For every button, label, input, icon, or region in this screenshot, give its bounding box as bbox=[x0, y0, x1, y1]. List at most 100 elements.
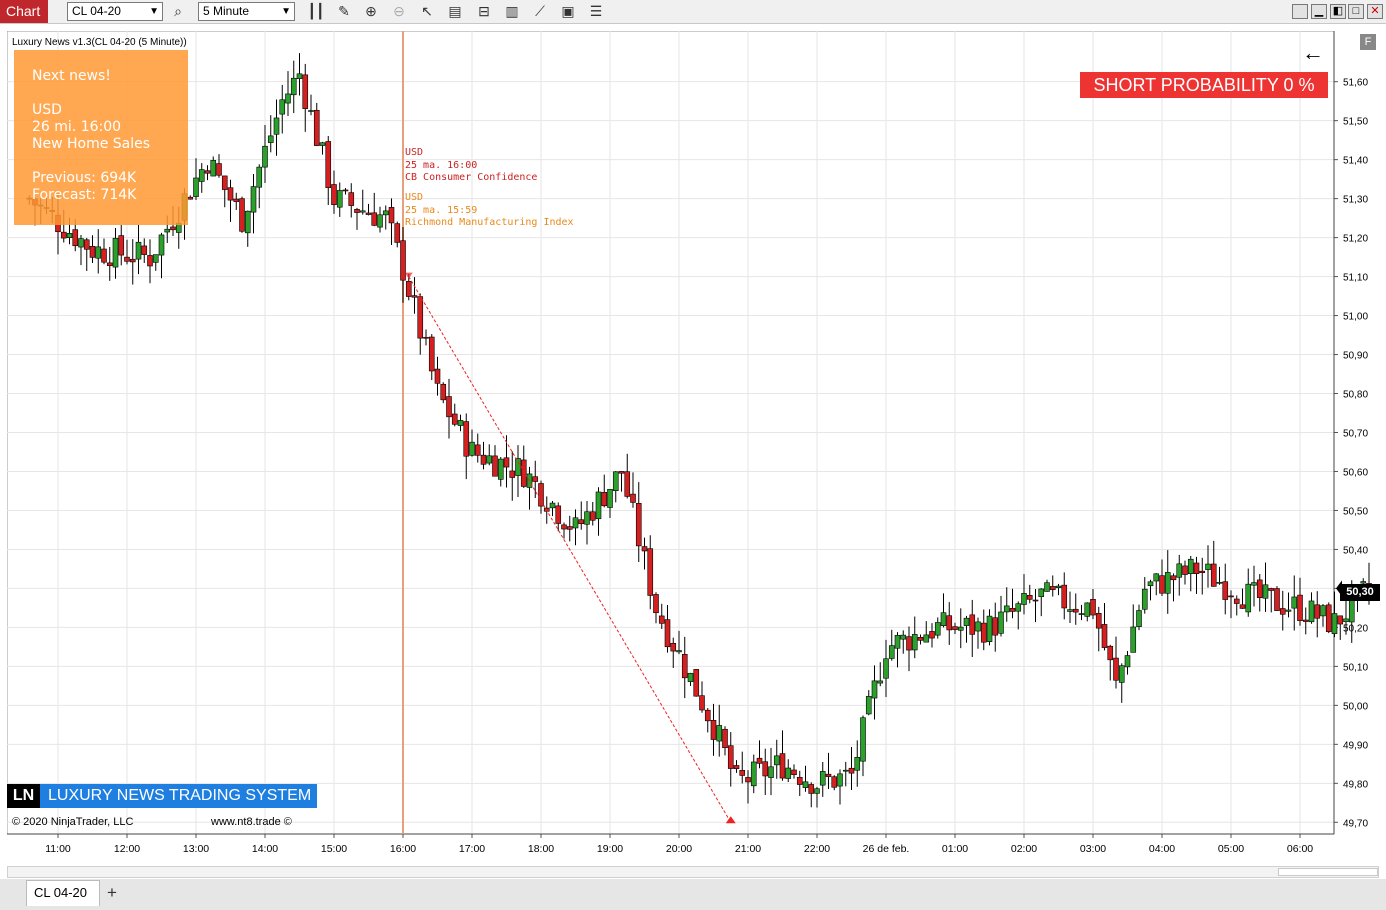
candle-body bbox=[802, 781, 809, 788]
minimize-button[interactable]: ▁ bbox=[1311, 4, 1327, 19]
properties-icon[interactable]: ▣ bbox=[559, 3, 577, 20]
strategies-icon[interactable]: ⟋ bbox=[531, 3, 549, 20]
candle-body bbox=[1009, 608, 1016, 612]
candle-body bbox=[124, 256, 130, 262]
candle-body bbox=[336, 190, 343, 208]
candle-body bbox=[1055, 585, 1062, 589]
maximize-button[interactable]: □ bbox=[1348, 4, 1364, 19]
candle-body bbox=[446, 396, 452, 418]
candle-body bbox=[704, 709, 711, 722]
candle-body bbox=[681, 654, 688, 679]
interval-selector[interactable]: 5 Minute ▼ bbox=[198, 2, 295, 21]
back-arrow-icon[interactable]: ← bbox=[1302, 40, 1324, 66]
candle-body bbox=[1285, 609, 1292, 612]
candle-body bbox=[319, 142, 326, 146]
candle-body bbox=[290, 77, 297, 96]
x-tick-label: 20:00 bbox=[666, 843, 692, 855]
candle-body bbox=[1159, 575, 1165, 594]
data-box-icon[interactable]: ▤ bbox=[446, 3, 464, 20]
restore-button[interactable]: ◧ bbox=[1330, 4, 1346, 19]
tab-cl-04-20[interactable]: CL 04-20 bbox=[26, 880, 100, 906]
minimize-to-tray-button[interactable] bbox=[1292, 4, 1308, 19]
candle-body bbox=[492, 455, 498, 477]
scrollbar-thumb[interactable] bbox=[1278, 868, 1378, 876]
candle-body bbox=[302, 74, 309, 109]
candle-body bbox=[1015, 603, 1022, 612]
candle-body bbox=[1044, 582, 1050, 592]
candle-body bbox=[152, 254, 159, 263]
zoom-out-icon[interactable]: ⊖ bbox=[390, 3, 408, 20]
candle-body bbox=[158, 234, 165, 256]
y-tick-label: 50,40 bbox=[1343, 545, 1368, 556]
horizontal-scrollbar[interactable] bbox=[7, 866, 1379, 878]
candle-body bbox=[980, 622, 987, 643]
add-tab-button[interactable]: + bbox=[102, 882, 122, 904]
zoom-in-icon[interactable]: ⊕ bbox=[362, 3, 380, 20]
price-chart[interactable]: 51,60 51,50 51,40 51,30 51,20 51,10 51,00 50,90… bbox=[7, 31, 1386, 867]
chart-trader-icon[interactable]: ⊟ bbox=[475, 3, 493, 20]
candle-body bbox=[285, 93, 291, 104]
candle-body bbox=[934, 622, 941, 636]
candle-body bbox=[400, 240, 406, 281]
candle-body bbox=[60, 231, 67, 239]
candle-body bbox=[900, 634, 907, 640]
candle-body bbox=[405, 281, 412, 297]
candle-body bbox=[204, 170, 211, 174]
candle-body bbox=[1147, 581, 1154, 587]
candle-body bbox=[244, 210, 251, 234]
candle-body bbox=[118, 235, 125, 256]
pointer-icon[interactable]: ↖ bbox=[418, 3, 436, 20]
news-currency: USD bbox=[32, 102, 62, 118]
candle-body bbox=[170, 226, 176, 231]
y-tick-label: 50,80 bbox=[1343, 390, 1368, 401]
close-icon[interactable]: ✕ bbox=[1367, 4, 1383, 19]
candle-body bbox=[331, 184, 337, 205]
templates-icon[interactable]: ☰ bbox=[587, 3, 605, 20]
candle-body bbox=[129, 258, 136, 263]
x-tick-label: 19:00 bbox=[597, 843, 623, 855]
candle-body bbox=[354, 208, 360, 213]
candle-body bbox=[198, 169, 205, 182]
bar-style-icon[interactable]: ┃┃ bbox=[307, 3, 325, 20]
next-news-box: Next news! USD 26 mi. 16:00 New Home Sal… bbox=[14, 50, 188, 225]
candle-body bbox=[486, 455, 493, 464]
candle-body bbox=[607, 488, 613, 508]
candle-body bbox=[1003, 605, 1010, 613]
candle-body bbox=[963, 617, 970, 626]
candle-body bbox=[1297, 594, 1303, 621]
event-datetime: 25 ma. 15:59 bbox=[405, 204, 478, 216]
candle-body bbox=[601, 492, 608, 507]
candle-body bbox=[193, 177, 199, 197]
x-tick-label: 04:00 bbox=[1149, 843, 1175, 855]
candle-body bbox=[273, 117, 280, 135]
candle-body bbox=[1164, 572, 1171, 594]
search-icon[interactable]: ⌕ bbox=[169, 3, 187, 20]
candle-body bbox=[239, 198, 245, 232]
candle-body bbox=[348, 192, 355, 206]
candle-body bbox=[739, 770, 746, 776]
candle-body bbox=[359, 210, 366, 213]
candle-body bbox=[1222, 581, 1229, 600]
candle-body bbox=[831, 776, 838, 788]
candle-body bbox=[745, 777, 751, 783]
chart-panel[interactable]: 51,60 51,50 51,40 51,30 51,20 51,10 51,00 50,90… bbox=[7, 31, 1386, 867]
indicators-icon[interactable]: ▥ bbox=[503, 3, 521, 20]
candle-body bbox=[313, 109, 320, 146]
candle-body bbox=[1118, 665, 1125, 683]
candle-body bbox=[848, 767, 855, 774]
y-tick-label: 51,00 bbox=[1343, 312, 1368, 323]
candle-body bbox=[1187, 558, 1194, 575]
candle-body bbox=[929, 631, 935, 639]
event-annotation-richmond: USD 25 ma. 15:59 Richmond Manufacturing … bbox=[405, 192, 574, 230]
candle-body bbox=[1256, 579, 1263, 598]
candle-body bbox=[566, 526, 573, 530]
y-tick-label: 50,60 bbox=[1343, 467, 1368, 478]
candle-body bbox=[1136, 610, 1142, 627]
candle-body bbox=[1302, 619, 1309, 622]
candle-body bbox=[658, 615, 665, 624]
draw-pencil-icon[interactable]: ✎ bbox=[335, 3, 353, 20]
f-button[interactable]: F bbox=[1360, 34, 1376, 50]
x-tick-label: 06:00 bbox=[1287, 843, 1313, 855]
candle-body bbox=[1245, 583, 1252, 613]
instrument-selector[interactable]: CL 04-20 ▼ bbox=[67, 2, 163, 21]
